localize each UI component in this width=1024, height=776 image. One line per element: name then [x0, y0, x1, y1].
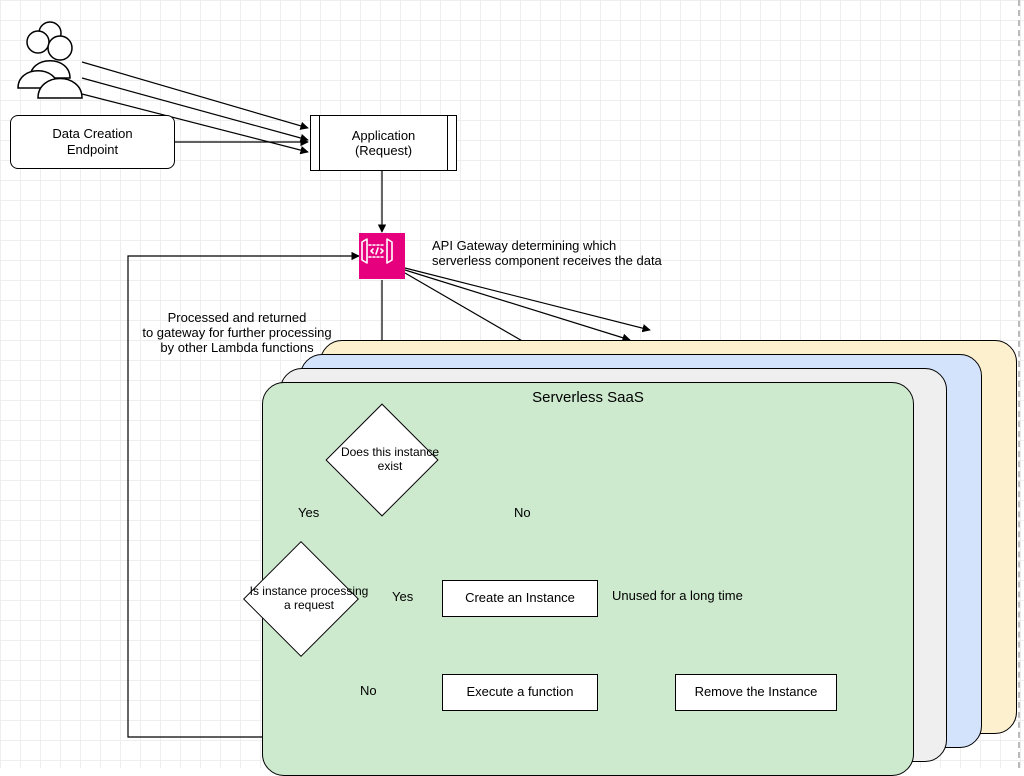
edge-label-no-1: No	[512, 505, 533, 520]
decision-instance-exist-label: Does this instance exist	[323, 420, 457, 500]
decision-processing-label: Is instance processing a request	[240, 558, 378, 640]
edge-label-unused: Unused for a long time	[610, 588, 745, 603]
note-return-loop: Processed and returned to gateway for fu…	[122, 310, 352, 355]
edge-label-yes-1: Yes	[296, 505, 321, 520]
note-api-gateway: API Gateway determining which serverless…	[432, 238, 732, 268]
edge-label-no-2: No	[358, 683, 379, 698]
edge-label-yes-2: Yes	[390, 589, 415, 604]
